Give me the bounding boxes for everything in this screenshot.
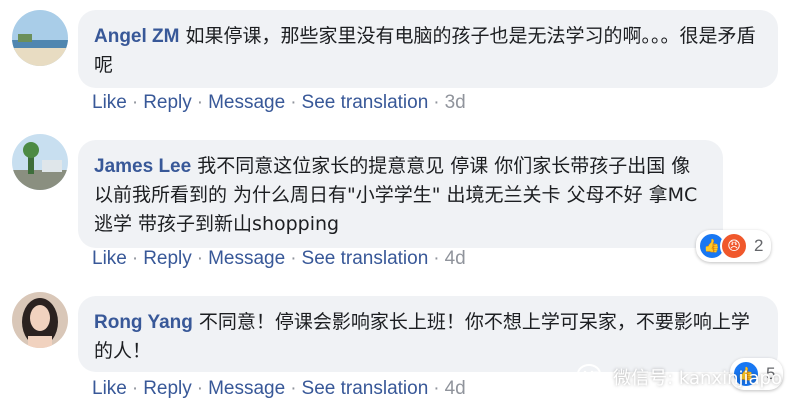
comment-author[interactable]: Angel ZM bbox=[94, 26, 180, 47]
reply-link[interactable]: Reply bbox=[143, 378, 192, 399]
like-link[interactable]: Like bbox=[92, 248, 127, 269]
comment-time[interactable]: 3d bbox=[445, 92, 466, 113]
comment-author[interactable]: Rong Yang bbox=[94, 312, 193, 333]
like-link[interactable]: Like bbox=[92, 92, 127, 113]
comment-bubble: Rong Yang 不同意！停课会影响家长上班！你不想上学可呆家，不要影响上学的人… bbox=[78, 296, 778, 372]
like-link[interactable]: Like bbox=[92, 378, 127, 399]
avatar[interactable] bbox=[12, 134, 68, 190]
avatar[interactable] bbox=[12, 10, 68, 66]
message-link[interactable]: Message bbox=[208, 92, 285, 113]
message-link[interactable]: Message bbox=[208, 378, 285, 399]
wechat-icon bbox=[577, 364, 607, 389]
see-translation-link[interactable]: See translation bbox=[302, 248, 429, 269]
comment-bubble: Angel ZM 如果停课，那些家里没有电脑的孩子也是无法学习的啊。。。很是矛盾呢 bbox=[78, 10, 778, 88]
watermark: 微信号: kanxinjiapo bbox=[577, 364, 782, 390]
reply-link[interactable]: Reply bbox=[143, 92, 192, 113]
comment-bubble: James Lee 我不同意这位家长的提意意见 停课 你们家长带孩子出国 像以前我… bbox=[78, 140, 723, 248]
comment-actions: Like · Reply · Message · See translation · 4d bbox=[92, 378, 466, 399]
comment-actions: Like · Reply · Message · See translation · 4d bbox=[92, 248, 466, 269]
watermark-text: 微信号: kanxinjiapo bbox=[613, 368, 782, 389]
comment-author[interactable]: James Lee bbox=[94, 156, 191, 177]
see-translation-link[interactable]: See translation bbox=[302, 378, 429, 399]
reaction-count: 2 bbox=[754, 236, 764, 255]
angry-icon: 😠 bbox=[720, 232, 748, 260]
avatar[interactable] bbox=[12, 292, 68, 348]
comment-text: 如果停课，那些家里没有电脑的孩子也是无法学习的啊。。。很是矛盾呢 bbox=[94, 25, 756, 76]
comment-actions: Like · Reply · Message · See translation · 3d bbox=[92, 92, 466, 113]
see-translation-link[interactable]: See translation bbox=[302, 92, 429, 113]
comment-time[interactable]: 4d bbox=[445, 378, 466, 399]
reply-link[interactable]: Reply bbox=[143, 248, 192, 269]
comment-time[interactable]: 4d bbox=[445, 248, 466, 269]
message-link[interactable]: Message bbox=[208, 248, 285, 269]
reactions-summary[interactable]: 👍 😠 2 bbox=[696, 230, 772, 262]
